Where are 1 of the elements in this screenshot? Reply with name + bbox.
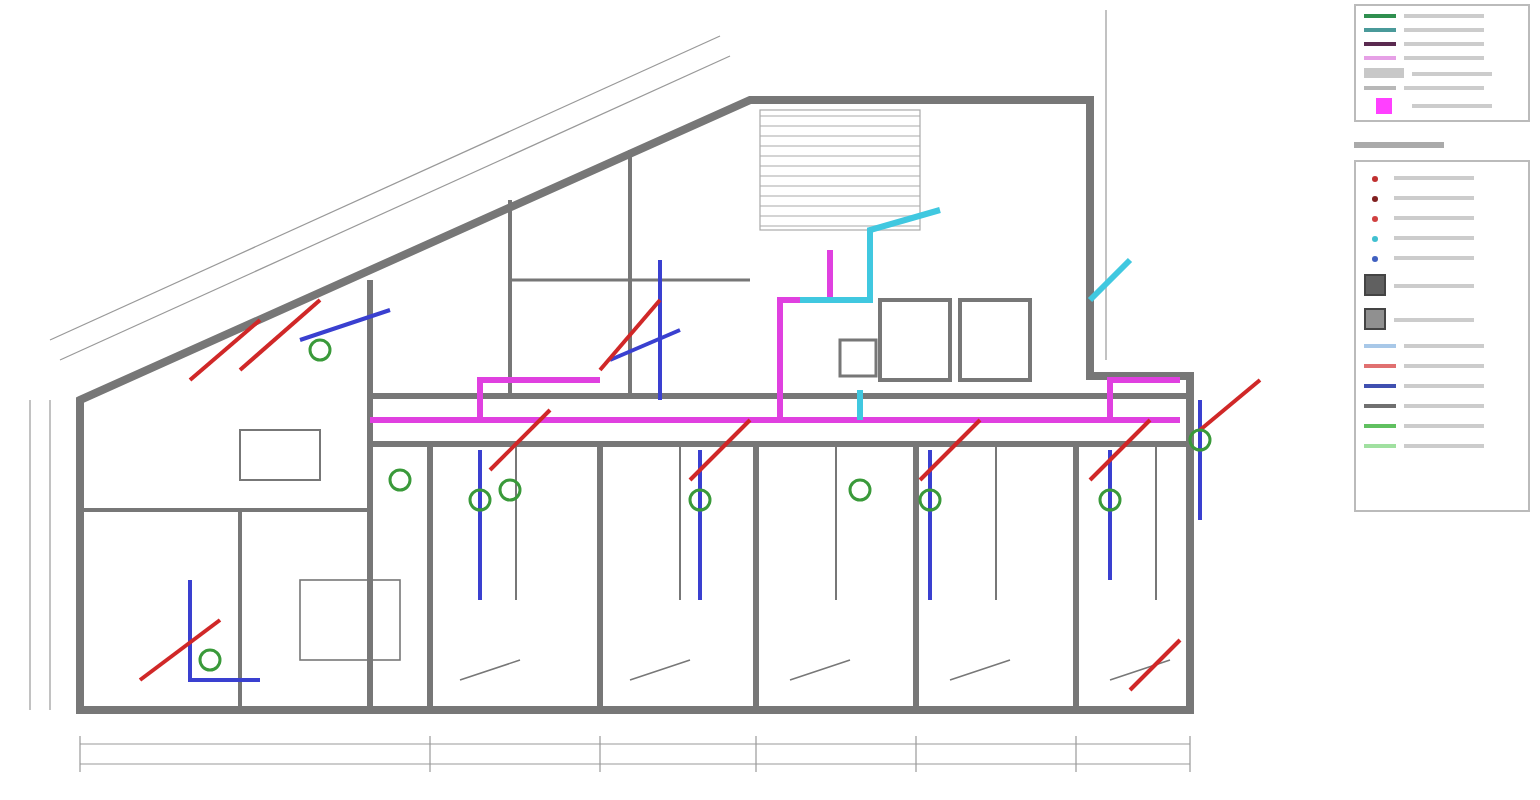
blurred-heading-drawing xyxy=(1354,142,1444,148)
